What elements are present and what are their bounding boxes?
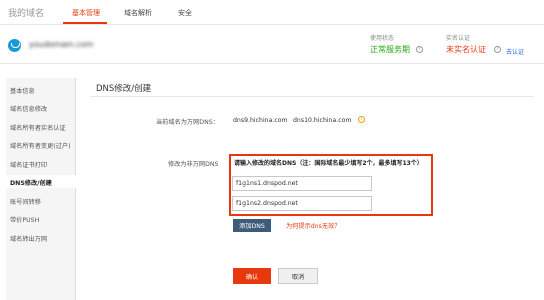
realname-verify-link[interactable]: 去认证 xyxy=(506,47,524,56)
sidebar-item-account-transfer[interactable]: 账号间转移 xyxy=(10,197,41,206)
tab-dns-resolution[interactable]: 域名解析 xyxy=(124,8,152,18)
modify-dns-label: 修改为非万网DNS xyxy=(168,161,219,168)
site-title: 我的域名 xyxy=(8,9,45,19)
sidebar-item-price-push[interactable]: 带价PUSH xyxy=(10,215,39,224)
sidebar-item-domain-info-edit[interactable]: 域名信息修改 xyxy=(10,104,47,113)
sidebar-item-certificate-print[interactable]: 域名证书打印 xyxy=(10,160,47,169)
confirm-button[interactable]: 确认 xyxy=(233,268,271,284)
top-navbar: 我的域名 基本管理 域名解析 安全 xyxy=(0,0,544,25)
help-icon[interactable]: ? xyxy=(494,46,501,53)
sidebar-item-basic-info[interactable]: 基本信息 xyxy=(10,86,35,95)
current-dns-2: dns10.hichina.com xyxy=(293,117,352,124)
cancel-button[interactable]: 取消 xyxy=(278,268,318,284)
sidebar-item-owner-transfer[interactable]: 域名所有者变更(过户) xyxy=(10,141,71,150)
why-dns-invalid-link[interactable]: 为何提示dns无效？ xyxy=(286,221,340,230)
usage-status-label: 使用状态 xyxy=(370,35,395,42)
realname-label: 实名认证 xyxy=(446,35,471,42)
sidebar-item-owner-verification[interactable]: 域名所有者实名认证 xyxy=(10,123,66,132)
current-dns-label: 当前域名为万网DNS： xyxy=(156,119,219,126)
realname-status-value: 未实名认证 xyxy=(446,45,486,54)
active-tab-indicator xyxy=(63,22,107,24)
add-dns-button[interactable]: 添加DNS xyxy=(233,219,271,232)
dns-input-2[interactable] xyxy=(232,196,372,211)
current-dns-1: dns9.hichina.com xyxy=(233,117,288,124)
domain-name: youdomain.com xyxy=(29,40,94,49)
domain-logo-icon xyxy=(8,39,21,52)
help-icon[interactable]: ? xyxy=(416,46,423,53)
dns-input-1[interactable] xyxy=(232,176,372,191)
usage-status-value: 正常服务期 xyxy=(370,45,410,54)
sidebar-item-dns-modify[interactable]: DNS修改/创建 xyxy=(10,178,52,187)
tab-basic-management[interactable]: 基本管理 xyxy=(72,8,100,18)
info-warning-icon[interactable]: ! xyxy=(358,116,365,123)
dns-instructions: 请输入修改的域名DNS（注：国际域名最少填写2个，最多填写13个） xyxy=(234,160,423,167)
title-divider xyxy=(90,96,534,97)
tab-security[interactable]: 安全 xyxy=(178,8,192,18)
page-title: DNS修改/创建 xyxy=(96,84,152,94)
sidebar-item-transfer-out[interactable]: 域名转出万网 xyxy=(10,234,47,243)
